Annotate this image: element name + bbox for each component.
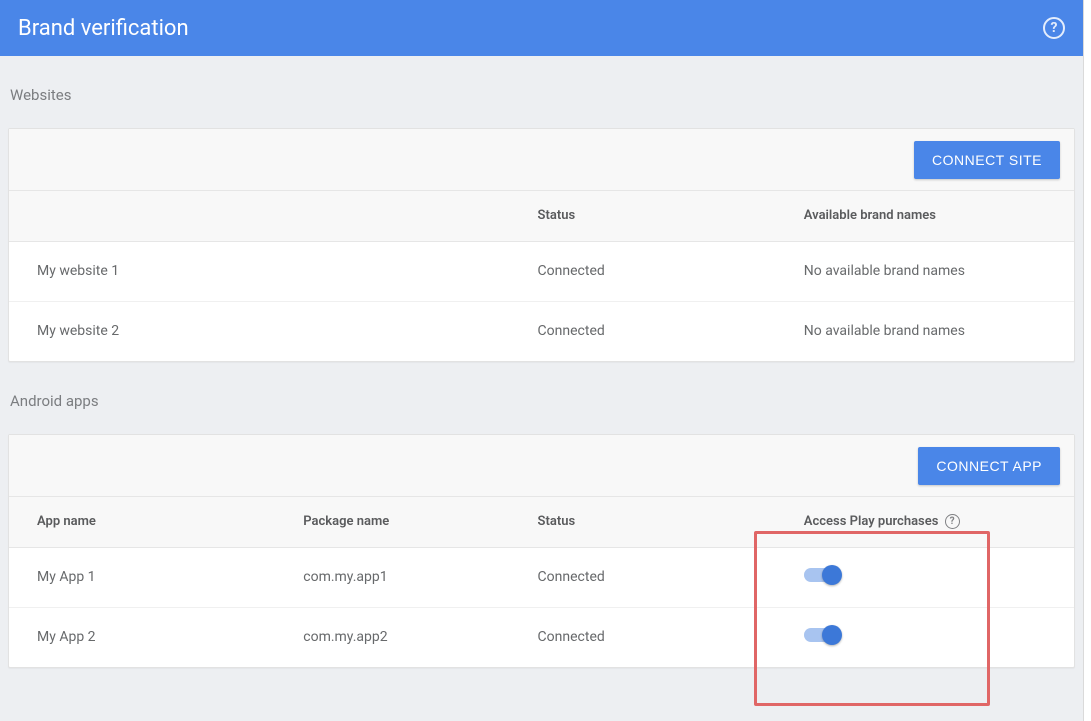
col-header-app-status: Status [510, 497, 776, 547]
site-brands: No available brand names [776, 301, 1074, 361]
site-name: My website 1 [9, 241, 510, 301]
site-brands: No available brand names [776, 241, 1074, 301]
col-header-app-name: App name [9, 497, 275, 547]
table-row: My website 2 Connected No available bran… [9, 301, 1074, 361]
access-toggle[interactable] [804, 625, 844, 645]
app-package: com.my.app1 [275, 547, 509, 607]
col-header-brands: Available brand names [776, 191, 1074, 241]
col-header-name [9, 191, 510, 241]
table-row: My website 1 Connected No available bran… [9, 241, 1074, 301]
apps-card: CONNECT APP App name Package name Status… [8, 434, 1075, 668]
app-package: com.my.app2 [275, 607, 509, 667]
app-name: My App 2 [9, 607, 275, 667]
app-status: Connected [510, 607, 776, 667]
site-status: Connected [510, 241, 776, 301]
app-access-cell [776, 547, 1074, 607]
header: Brand verification ? [0, 0, 1083, 56]
page-title: Brand verification [18, 16, 189, 41]
help-icon[interactable]: ? [1043, 17, 1065, 39]
websites-section-label: Websites [8, 56, 1075, 128]
app-access-cell [776, 607, 1074, 667]
apps-toolbar: CONNECT APP [9, 435, 1074, 497]
connect-app-button[interactable]: CONNECT APP [918, 447, 1060, 485]
help-icon[interactable]: ? [945, 514, 960, 529]
col-header-access: Access Play purchases ? [776, 497, 1074, 547]
access-toggle[interactable] [804, 565, 844, 585]
table-row: My App 2 com.my.app2 Connected [9, 607, 1074, 667]
apps-section-label: Android apps [8, 362, 1075, 434]
connect-site-button[interactable]: CONNECT SITE [914, 141, 1060, 179]
websites-table: Status Available brand names My website … [9, 191, 1074, 361]
apps-table: App name Package name Status Access Play… [9, 497, 1074, 667]
table-row: My App 1 com.my.app1 Connected [9, 547, 1074, 607]
websites-card: CONNECT SITE Status Available brand name… [8, 128, 1075, 362]
websites-toolbar: CONNECT SITE [9, 129, 1074, 191]
col-header-access-label: Access Play purchases [804, 514, 939, 529]
col-header-package: Package name [275, 497, 509, 547]
col-header-status: Status [510, 191, 776, 241]
app-name: My App 1 [9, 547, 275, 607]
site-status: Connected [510, 301, 776, 361]
app-status: Connected [510, 547, 776, 607]
site-name: My website 2 [9, 301, 510, 361]
